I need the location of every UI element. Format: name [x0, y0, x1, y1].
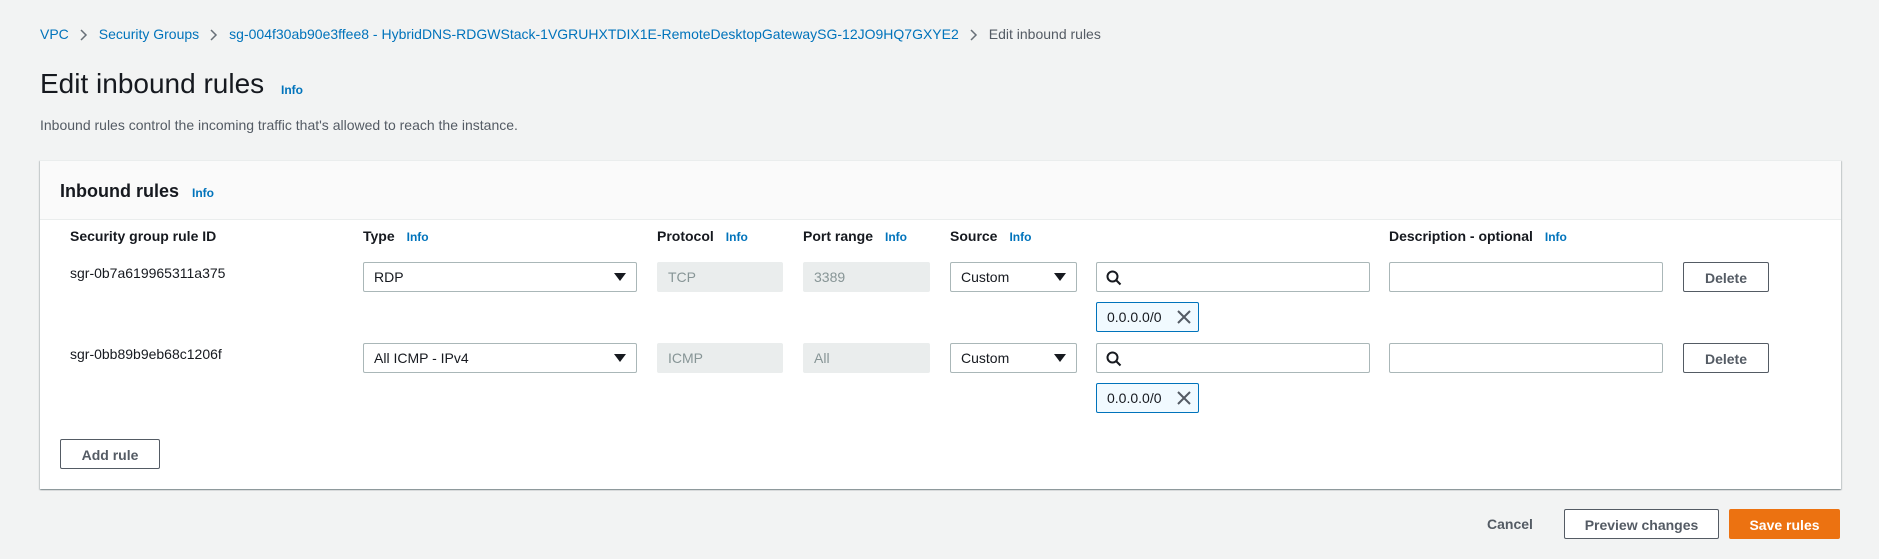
panel-info-link[interactable]: Info	[192, 186, 214, 200]
source-search-input[interactable]	[1129, 263, 1361, 291]
page-title: Edit inbound rules	[40, 68, 265, 99]
source-info-link[interactable]: Info	[1009, 230, 1031, 244]
column-header-source: Source Info	[950, 228, 1032, 244]
close-icon[interactable]	[1176, 390, 1192, 406]
save-rules-button[interactable]: Save rules	[1729, 509, 1840, 539]
cidr-token: 0.0.0.0/0	[1096, 383, 1199, 413]
column-header-port-range: Port range Info	[803, 228, 908, 244]
protocol-info-link[interactable]: Info	[726, 230, 748, 244]
preview-changes-button[interactable]: Preview changes	[1564, 509, 1719, 539]
rule-id: sgr-0bb89b9eb68c1206f	[70, 346, 222, 362]
breadcrumb-current: Edit inbound rules	[988, 26, 1101, 42]
description-field	[1389, 262, 1663, 292]
chevron-right-icon	[959, 26, 989, 42]
close-icon[interactable]	[1176, 309, 1192, 325]
delete-button[interactable]: Delete	[1683, 343, 1769, 373]
column-header-rule-id: Security group rule ID	[70, 228, 217, 244]
breadcrumb-vpc[interactable]: VPC	[40, 26, 69, 42]
search-icon	[1106, 351, 1122, 367]
page-description: Inbound rules control the incoming traff…	[40, 117, 518, 133]
panel-title: Inbound rules	[60, 181, 179, 201]
description-info-link[interactable]: Info	[1545, 230, 1567, 244]
type-select[interactable]: All ICMP - IPv4	[363, 343, 637, 373]
breadcrumb-security-groups[interactable]: Security Groups	[99, 26, 199, 42]
column-header-type: Type Info	[363, 228, 429, 244]
port-range-field: 3389	[803, 262, 930, 292]
description-input[interactable]	[1398, 344, 1654, 372]
source-search-field	[1096, 262, 1370, 292]
rule-id: sgr-0b7a619965311a375	[70, 265, 226, 281]
caret-down-icon	[1054, 273, 1066, 281]
breadcrumb: VPC Security Groups sg-004f30ab90e3ffee8…	[40, 26, 1101, 42]
source-select[interactable]: Custom	[950, 343, 1077, 373]
breadcrumb-security-group[interactable]: sg-004f30ab90e3ffee8 - HybridDNS-RDGWSta…	[229, 26, 959, 42]
protocol-field: TCP	[657, 262, 783, 292]
search-icon	[1106, 270, 1122, 286]
source-search-input[interactable]	[1129, 344, 1361, 372]
description-input[interactable]	[1398, 263, 1654, 291]
source-select[interactable]: Custom	[950, 262, 1077, 292]
delete-button[interactable]: Delete	[1683, 262, 1769, 292]
caret-down-icon	[1054, 354, 1066, 362]
column-header-protocol: Protocol Info	[657, 228, 748, 244]
cancel-button[interactable]: Cancel	[1474, 509, 1546, 539]
chevron-right-icon	[199, 26, 229, 42]
protocol-field: ICMP	[657, 343, 783, 373]
source-search-field	[1096, 343, 1370, 373]
column-header-description: Description - optional Info	[1389, 228, 1567, 244]
port-range-info-link[interactable]: Info	[885, 230, 907, 244]
cidr-token: 0.0.0.0/0	[1096, 302, 1199, 332]
type-info-link[interactable]: Info	[407, 230, 429, 244]
chevron-right-icon	[69, 26, 99, 42]
port-range-field: All	[803, 343, 930, 373]
type-select[interactable]: RDP	[363, 262, 637, 292]
description-field	[1389, 343, 1663, 373]
caret-down-icon	[614, 273, 626, 281]
add-rule-button[interactable]: Add rule	[60, 439, 160, 469]
caret-down-icon	[614, 354, 626, 362]
inbound-rules-panel: Inbound rules Info Security group rule I…	[40, 160, 1841, 489]
panel-header	[40, 161, 1841, 220]
page-info-link[interactable]: Info	[281, 83, 303, 97]
